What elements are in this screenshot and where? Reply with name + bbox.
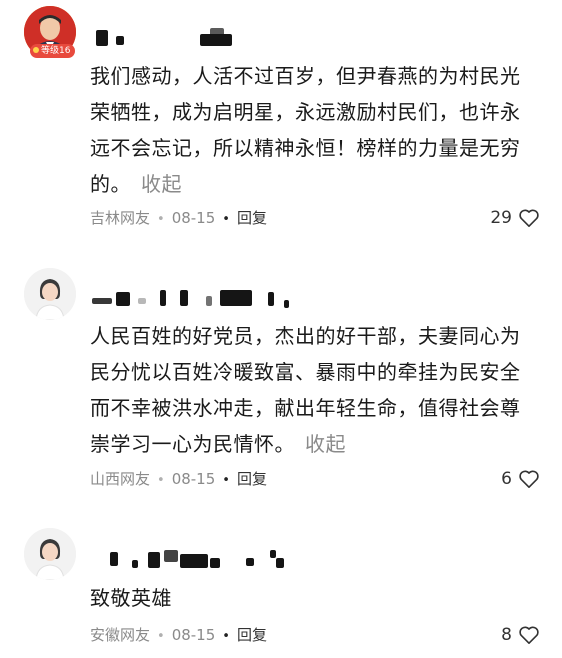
reply-button[interactable]: 回复 <box>237 626 267 644</box>
like-button[interactable]: 8 <box>501 623 540 647</box>
user-avatar[interactable] <box>24 528 76 580</box>
default-user-icon <box>24 528 76 580</box>
comment-date: 08-15 <box>171 626 216 644</box>
comment-meta: 安徽网友 • 08-15 • 回复 8 <box>90 623 540 647</box>
like-count: 8 <box>501 625 512 645</box>
separator-dot: • <box>157 629 165 644</box>
comment-text: 致敬英雄 <box>90 580 540 616</box>
username-redacted[interactable] <box>92 550 312 570</box>
separator-dot: • <box>222 629 230 644</box>
comment-item: 致敬英雄 安徽网友 • 08-15 • 回复 8 <box>0 0 562 658</box>
heart-outline-icon <box>519 626 539 644</box>
location-label: 安徽网友 <box>90 626 151 644</box>
comment-body: 致敬英雄 <box>90 586 172 610</box>
